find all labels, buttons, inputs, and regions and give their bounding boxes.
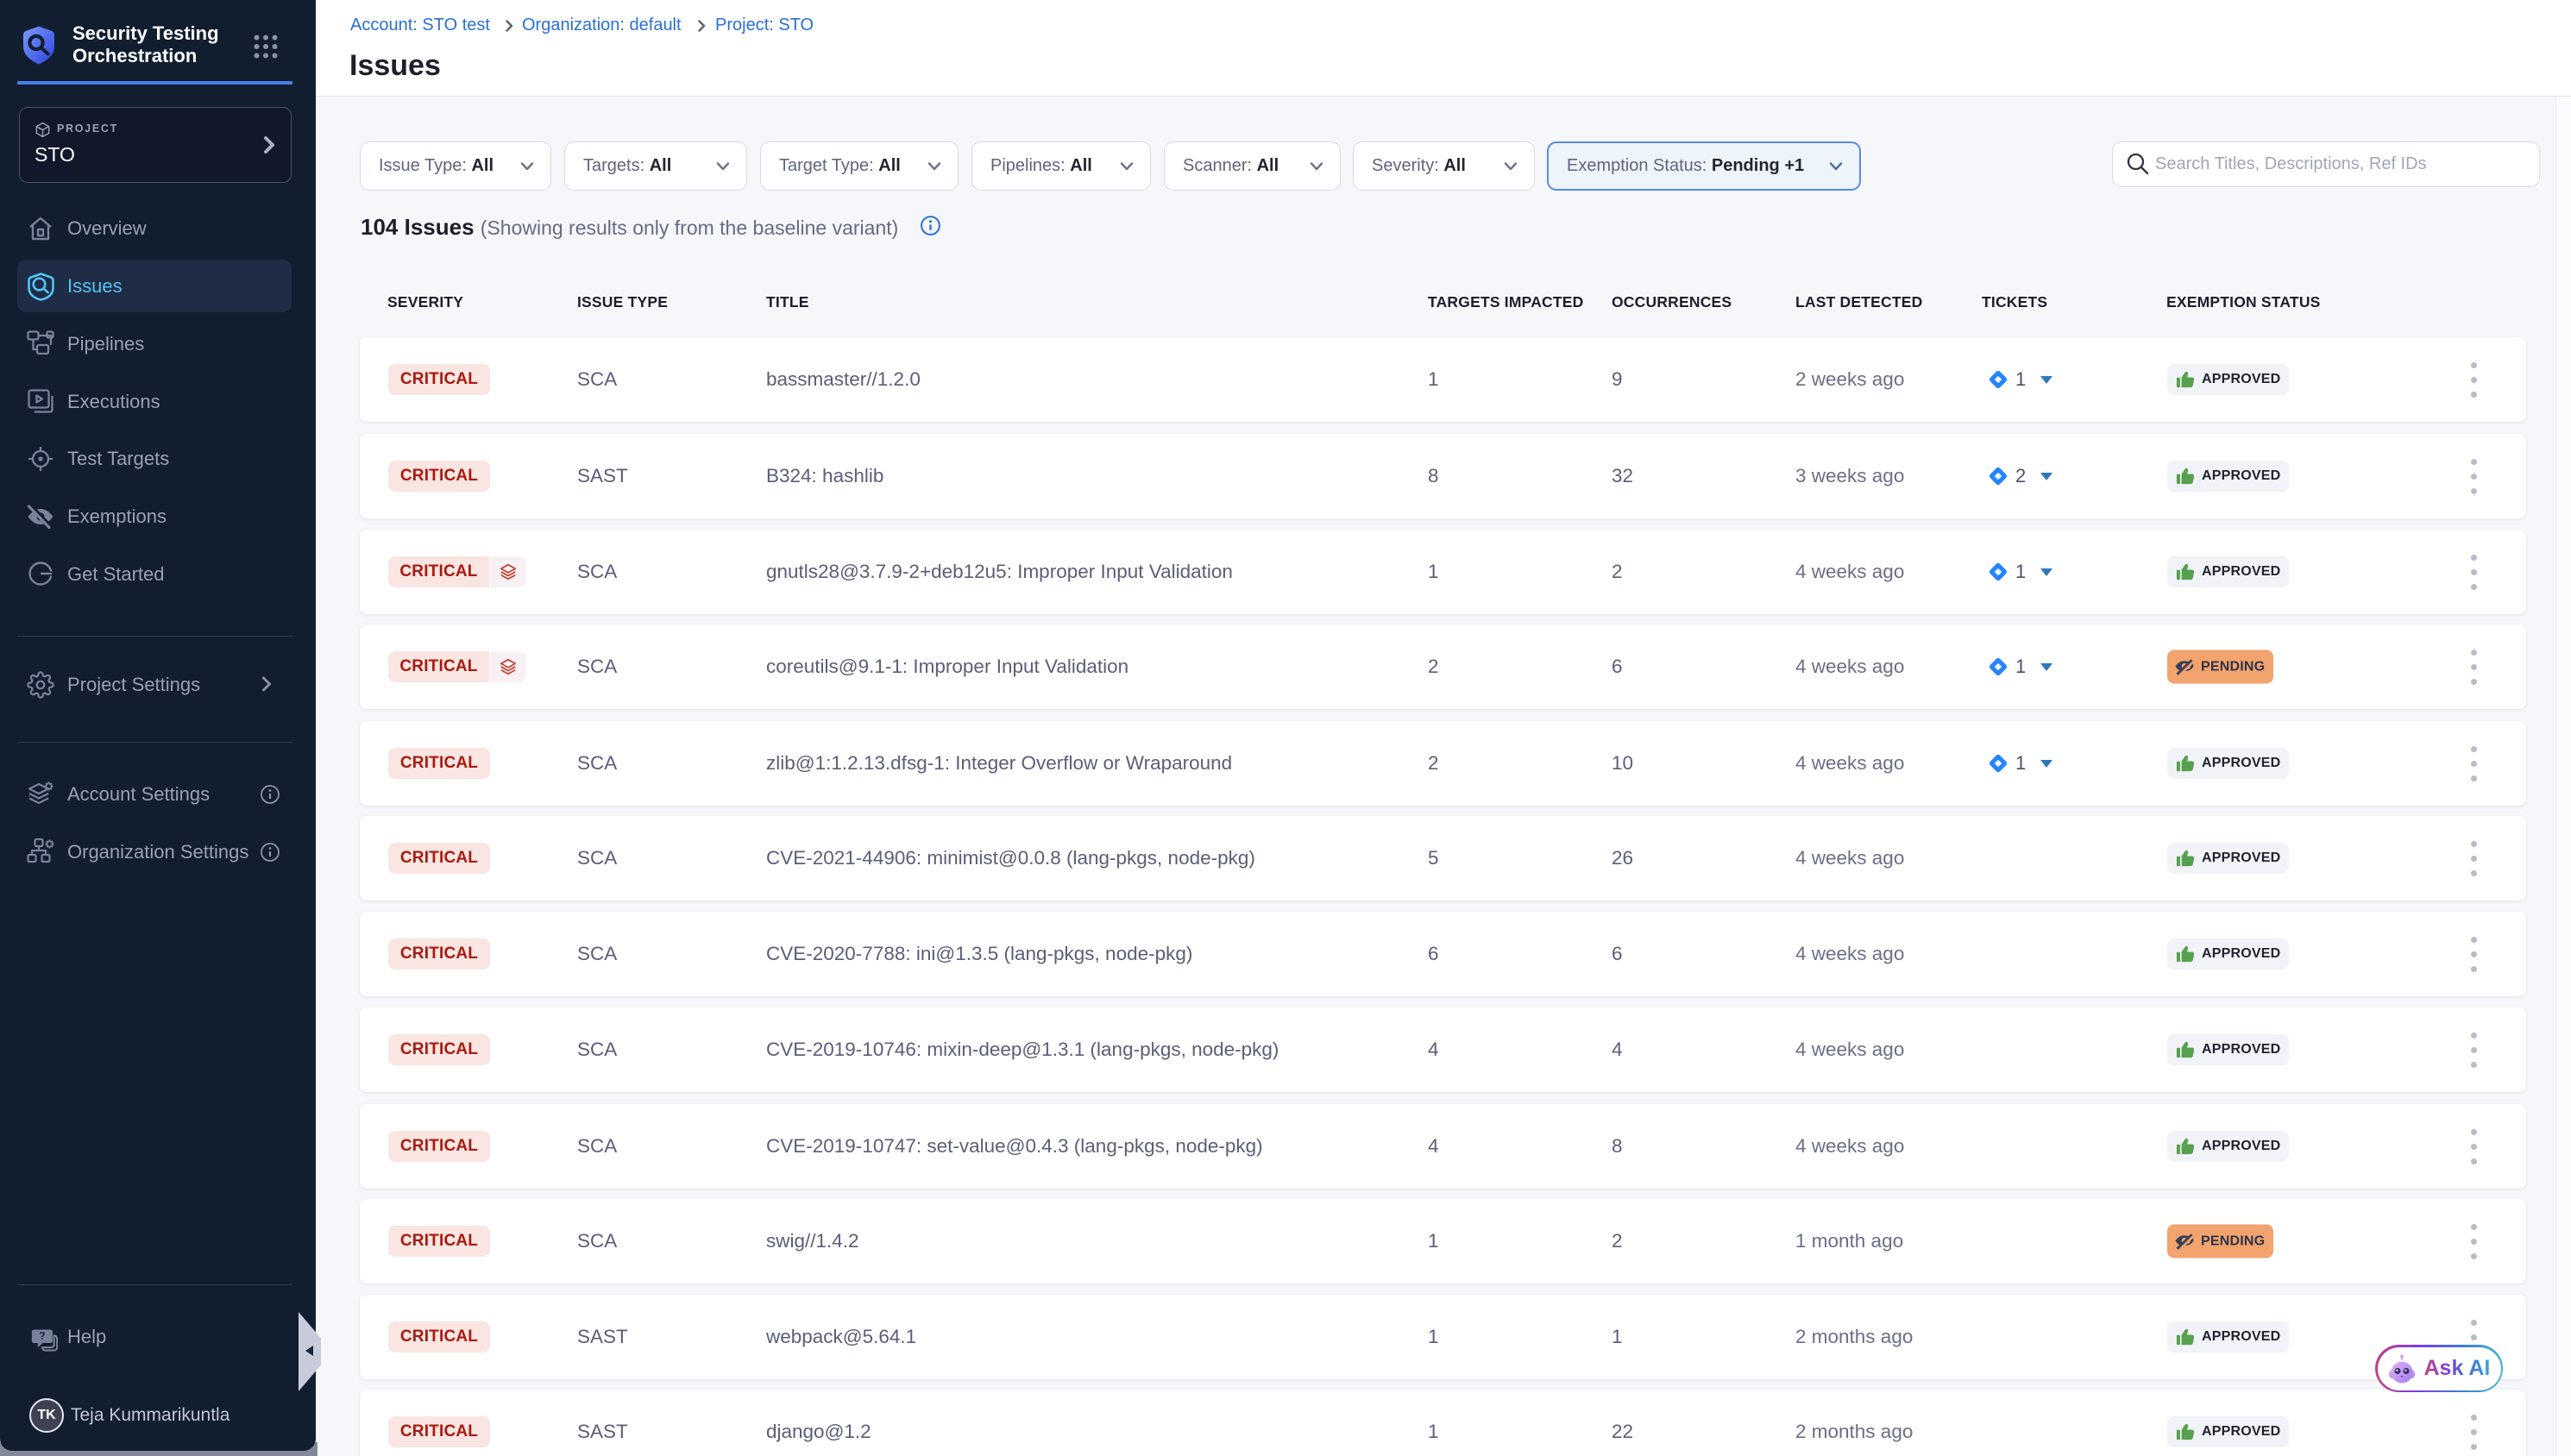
svg-text:?: ?	[39, 1330, 45, 1342]
